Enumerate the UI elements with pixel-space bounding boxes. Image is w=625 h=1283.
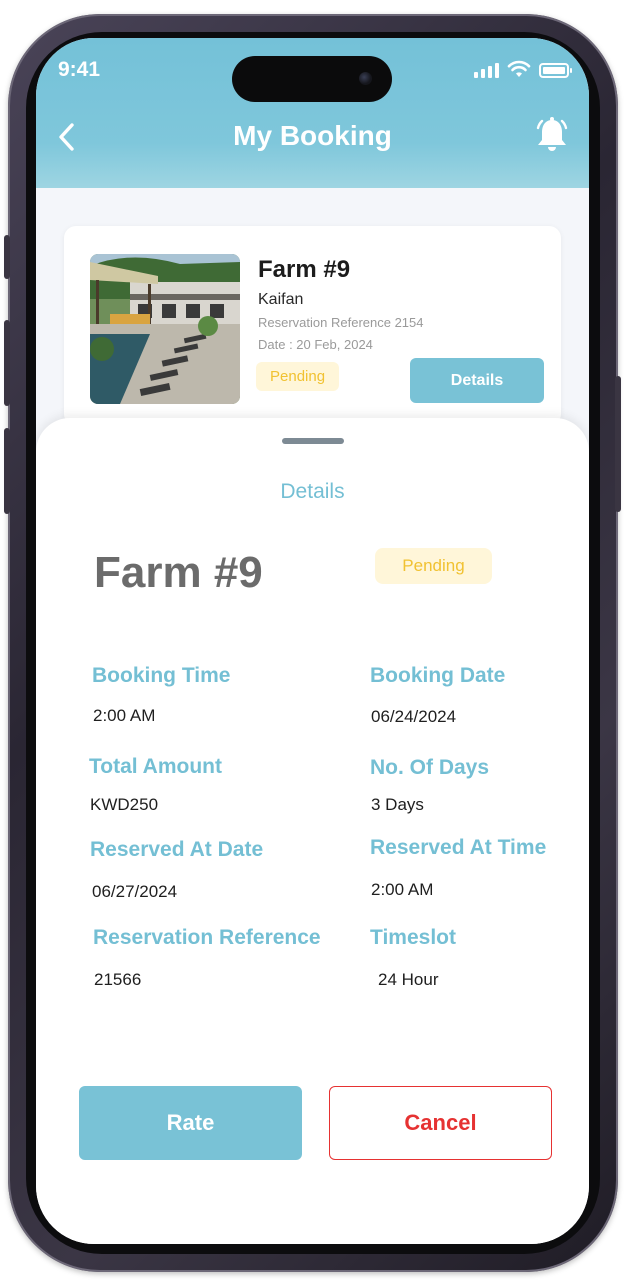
- sheet-status-badge: Pending: [375, 548, 492, 584]
- details-button[interactable]: Details: [410, 358, 544, 403]
- cancel-button[interactable]: Cancel: [329, 1086, 552, 1160]
- app-header: 9:41 My Booking: [36, 38, 589, 188]
- timeslot-value: 24 Hour: [378, 970, 439, 989]
- card-farm-name: Farm #9: [258, 256, 351, 283]
- battery-icon: [539, 63, 572, 78]
- details-sheet: Details Farm #9 Pending Booking Time 2:0…: [36, 418, 589, 1244]
- bell-icon: [536, 117, 568, 151]
- sheet-farm-name: Farm #9: [94, 548, 263, 597]
- page-title: My Booking: [233, 120, 392, 151]
- notifications-button[interactable]: [533, 116, 571, 156]
- timeslot-label: Timeslot: [370, 926, 456, 949]
- no-of-days-label: No. Of Days: [370, 756, 490, 779]
- card-location: Kaifan: [258, 291, 304, 308]
- booking-time-value: 2:00 AM: [93, 706, 156, 725]
- volume-down-button: [4, 428, 10, 514]
- status-time: 9:41: [58, 58, 101, 81]
- reservation-reference-value: 21566: [94, 970, 142, 989]
- dynamic-island: [232, 56, 392, 102]
- total-amount-label: Total Amount: [89, 755, 222, 778]
- front-camera: [359, 72, 372, 85]
- no-of-days-value: 3 Days: [371, 795, 424, 814]
- booking-date-value: 06/24/2024: [371, 707, 457, 726]
- card-status-badge: Pending: [256, 362, 340, 391]
- mute-switch: [4, 235, 10, 279]
- screen: 9:41 My Booking Farm #9 Kaifan Reservati…: [36, 38, 589, 1244]
- volume-up-button: [4, 320, 10, 406]
- card-reservation-reference: Reservation Reference 2154: [258, 315, 424, 330]
- reserved-at-date-value: 06/27/2024: [92, 882, 178, 901]
- reserved-at-date-label: Reserved At Date: [90, 838, 264, 861]
- reserved-at-time-label: Reserved At Time: [370, 836, 547, 859]
- booking-date-label: Booking Date: [370, 664, 506, 687]
- power-button: [615, 376, 621, 512]
- cellular-signal-icon: [474, 62, 499, 78]
- booking-card[interactable]: Farm #9 Kaifan Reservation Reference 215…: [64, 226, 561, 426]
- rate-button[interactable]: Rate: [79, 1086, 302, 1160]
- reservation-reference-label: Reservation Reference: [93, 926, 321, 949]
- card-date: Date : 20 Feb, 2024: [258, 337, 373, 352]
- booking-time-label: Booking Time: [92, 664, 231, 687]
- reserved-at-time-value: 2:00 AM: [371, 880, 434, 899]
- sheet-drag-handle[interactable]: [282, 438, 344, 444]
- total-amount-value: KWD250: [90, 795, 159, 814]
- sheet-title: Details: [280, 480, 345, 503]
- farm-photo: [90, 254, 240, 404]
- status-icons: [474, 60, 572, 78]
- wifi-icon: [507, 60, 531, 77]
